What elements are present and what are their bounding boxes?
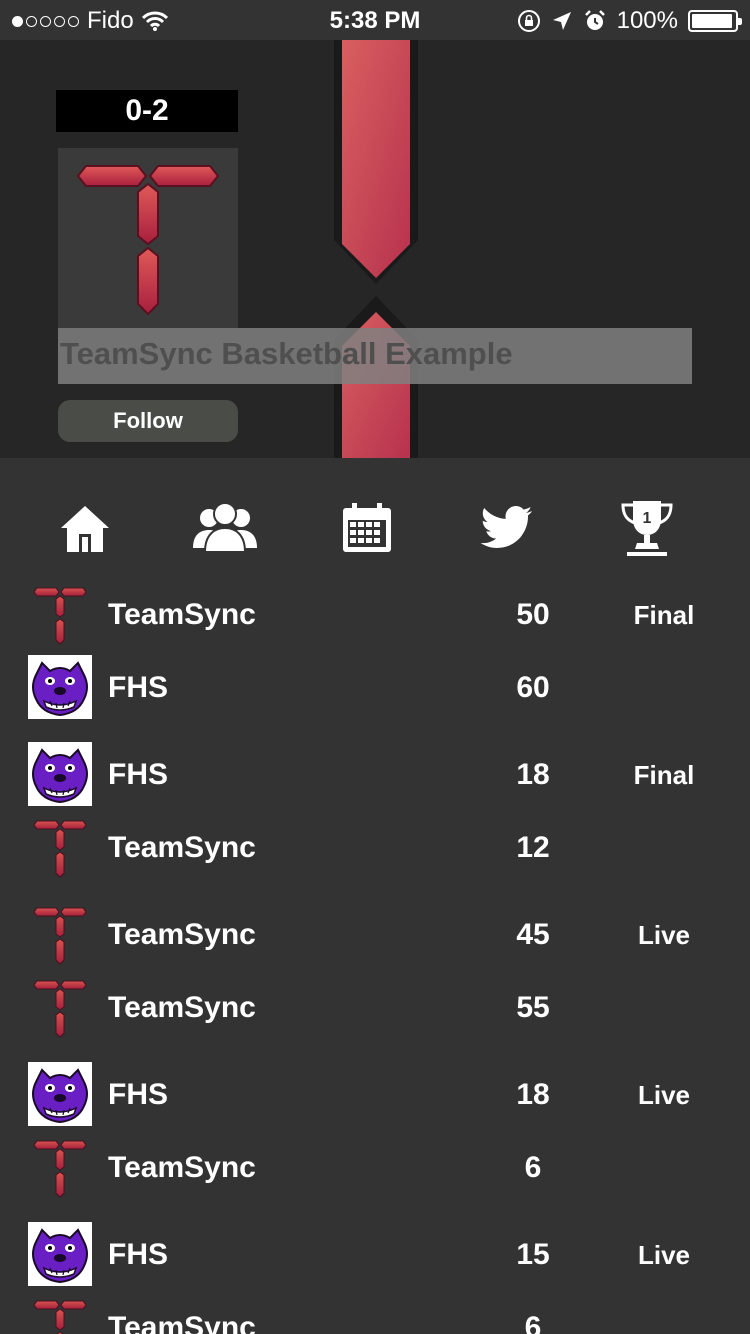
- game-status: Live: [637, 920, 691, 950]
- team-logo: [58, 148, 238, 328]
- team-name-label: FHS: [108, 1078, 168, 1111]
- fhs-team-logo: [28, 1222, 92, 1286]
- home-icon: [61, 506, 109, 552]
- carrier-label: Fido: [87, 7, 134, 34]
- team-score: 18: [516, 1078, 550, 1111]
- wifi-icon: [141, 11, 168, 31]
- twitter-icon: [480, 506, 532, 548]
- carrier-area: Fido: [12, 7, 168, 35]
- team-name-label: FHS: [108, 1238, 168, 1271]
- fhs-team-logo: [28, 655, 92, 719]
- game-card[interactable]: FHS 18 Live TeamSync 6: [0, 1060, 750, 1220]
- game-status: Final: [633, 760, 695, 790]
- team-name-label: FHS: [108, 671, 168, 704]
- bulldog-logo-icon: [28, 655, 92, 719]
- team-score: 60: [516, 671, 550, 704]
- game-team-row: FHS 18 Final: [0, 740, 750, 808]
- teamsync-team-logo: [28, 975, 92, 1039]
- ribbon-decoration: [334, 40, 418, 458]
- game-team-row: FHS 18 Live: [0, 1060, 750, 1128]
- tab-twitter[interactable]: [472, 498, 542, 558]
- teamsync-team-logo: [28, 815, 92, 879]
- svg-text:1: 1: [643, 510, 652, 527]
- game-card[interactable]: FHS 15 Live TeamSync 6: [0, 1220, 750, 1334]
- team-name-label: TeamSync: [108, 1151, 256, 1184]
- teamsync-logo-icon: [33, 587, 87, 645]
- team-name-label: TeamSync: [108, 991, 256, 1024]
- follow-button[interactable]: Follow: [58, 400, 238, 442]
- game-status: Live: [637, 1080, 691, 1110]
- status-right: 100%: [517, 7, 742, 35]
- tab-schedule[interactable]: [332, 498, 402, 558]
- game-team-row: TeamSync 55: [0, 973, 750, 1041]
- teamsync-logo-icon: [33, 820, 87, 878]
- team-name-label: TeamSync: [108, 918, 256, 951]
- teamsync-logo-icon: [33, 1140, 87, 1198]
- game-team-row: FHS 60: [0, 653, 750, 721]
- tab-standings[interactable]: 1: [612, 498, 682, 558]
- teamsync-team-logo: [28, 582, 92, 646]
- battery-icon: [688, 10, 742, 32]
- rotation-lock-icon: [517, 10, 540, 32]
- teamsync-logo-icon: [76, 165, 220, 316]
- alarm-icon: [584, 10, 605, 30]
- people-icon: [193, 502, 257, 553]
- game-team-row: TeamSync 6: [0, 1133, 750, 1201]
- teamsync-team-logo: [28, 1135, 92, 1199]
- game-status: Final: [633, 600, 695, 630]
- game-team-row: TeamSync 12: [0, 813, 750, 881]
- game-team-row: TeamSync 6: [0, 1293, 750, 1334]
- teamsync-team-logo: [28, 902, 92, 966]
- game-team-row: TeamSync 45 Live: [0, 900, 750, 968]
- teamsync-logo-icon: [33, 907, 87, 965]
- team-score: 12: [516, 831, 550, 864]
- team-score: 6: [524, 1151, 542, 1184]
- team-score: 45: [516, 918, 550, 951]
- game-card[interactable]: TeamSync 45 Live TeamSync 55: [0, 900, 750, 1060]
- bulldog-logo-icon: [28, 1062, 92, 1126]
- team-name: TeamSync Basketball Example: [60, 336, 513, 371]
- tab-home[interactable]: [50, 498, 120, 558]
- games-list: TeamSync 50 Final FHS 60 FHS 18 Final TeamSync 12…: [0, 580, 750, 1334]
- team-name-label: TeamSync: [108, 1311, 256, 1334]
- tab-bar: 1: [0, 458, 750, 570]
- teamsync-logo-icon: [33, 980, 87, 1038]
- trophy-icon: 1: [621, 501, 673, 556]
- team-score: 15: [516, 1238, 550, 1271]
- teamsync-logo-icon: [33, 1300, 87, 1334]
- fhs-team-logo: [28, 742, 92, 806]
- team-name-label: FHS: [108, 758, 168, 791]
- game-card[interactable]: FHS 18 Final TeamSync 12: [0, 740, 750, 900]
- bulldog-logo-icon: [28, 742, 92, 806]
- battery-percent: 100%: [616, 7, 678, 34]
- team-score: 50: [516, 598, 550, 631]
- tab-roster[interactable]: [190, 498, 260, 558]
- fhs-team-logo: [28, 1062, 92, 1126]
- team-score: 18: [516, 758, 550, 791]
- status-bar: Fido 5:38 PM 100%: [0, 0, 750, 40]
- location-arrow-icon: [552, 12, 571, 30]
- team-name-label: TeamSync: [108, 598, 256, 631]
- signal-strength-icon: [12, 15, 79, 27]
- game-team-row: TeamSync 50 Final: [0, 580, 750, 648]
- team-score: 6: [524, 1311, 542, 1334]
- team-name-banner: TeamSync Basketball Example: [58, 328, 692, 384]
- team-name-label: TeamSync: [108, 831, 256, 864]
- game-team-row: FHS 15 Live: [0, 1220, 750, 1288]
- team-header: 0-2 TeamSync Basketball Example Follow: [0, 40, 750, 458]
- game-card[interactable]: TeamSync 50 Final FHS 60: [0, 580, 750, 740]
- calendar-icon: [343, 503, 391, 552]
- teamsync-team-logo: [28, 1295, 92, 1334]
- bulldog-logo-icon: [28, 1222, 92, 1286]
- game-status: Live: [637, 1240, 691, 1270]
- team-score: 55: [516, 991, 550, 1024]
- team-record: 0-2: [56, 90, 238, 132]
